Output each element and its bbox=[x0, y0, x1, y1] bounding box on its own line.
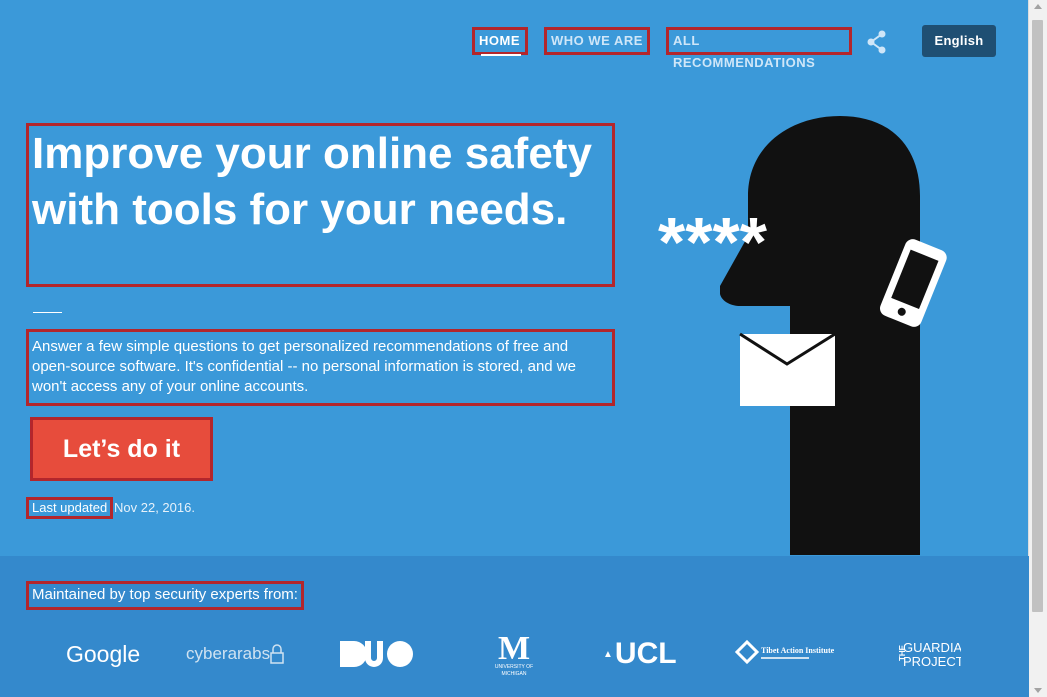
nav-active-underline bbox=[481, 54, 521, 56]
maintained-by-label: Maintained by top security experts from: bbox=[26, 581, 304, 610]
hero-subtitle: Answer a few simple questions to get per… bbox=[26, 329, 615, 406]
university-of-michigan-logo[interactable]: M UNIVERSITY OF MICHIGAN bbox=[494, 631, 534, 677]
scroll-up-arrow-icon[interactable] bbox=[1034, 4, 1042, 9]
ucl-logo[interactable]: ▲ UCL bbox=[603, 632, 677, 676]
ucl-logo-text: UCL bbox=[614, 637, 677, 670]
tibet-action-institute-logo[interactable]: Tibet Action Institute bbox=[735, 632, 839, 676]
scrollbar-thumb[interactable] bbox=[1032, 20, 1043, 612]
share-icon[interactable] bbox=[866, 30, 888, 54]
nav-home-link[interactable]: HOME bbox=[472, 27, 528, 55]
password-asterisks: **** bbox=[658, 203, 768, 281]
padlock-icon bbox=[270, 644, 284, 664]
guardian-project-mark: THE GUARDIAN PROJECT bbox=[898, 640, 961, 669]
cyberarabs-logo-text: cyberarabs bbox=[186, 644, 271, 663]
security-illustration: **** bbox=[658, 116, 947, 555]
guardian-project-logo[interactable]: THE GUARDIAN PROJECT bbox=[891, 632, 961, 676]
hero-divider bbox=[33, 312, 62, 313]
svg-text:GUARDIAN: GUARDIAN bbox=[903, 640, 961, 655]
last-updated-date: Nov 22, 2016. bbox=[114, 500, 195, 515]
svg-text:M: M bbox=[498, 631, 530, 667]
svg-text:Tibet Action Institute: Tibet Action Institute bbox=[761, 646, 835, 655]
google-logo[interactable]: Google bbox=[66, 632, 140, 676]
cyberarabs-logo[interactable]: cyberarabs bbox=[186, 632, 284, 676]
nav-all-recommendations-link[interactable]: ALL RECOMMENDATIONS bbox=[666, 27, 852, 70]
lets-do-it-button[interactable]: Let’s do it bbox=[30, 417, 213, 481]
nav-who-we-are-link[interactable]: WHO WE ARE bbox=[544, 27, 650, 55]
vertical-scrollbar[interactable] bbox=[1028, 0, 1047, 697]
duo-logo[interactable] bbox=[340, 632, 413, 676]
scroll-down-arrow-icon[interactable] bbox=[1034, 688, 1042, 693]
last-updated-label: Last updated bbox=[25, 497, 114, 519]
svg-text:PROJECT: PROJECT bbox=[903, 654, 961, 669]
duo-logo-mark bbox=[340, 641, 413, 667]
ucl-portico-icon: ▲ bbox=[603, 648, 613, 660]
hero-title: Improve your online safety with tools fo… bbox=[26, 123, 615, 287]
block-m-mark: M UNIVERSITY OF MICHIGAN bbox=[495, 631, 533, 677]
svg-text:MICHIGAN: MICHIGAN bbox=[502, 671, 527, 677]
language-selector-button[interactable]: English bbox=[922, 25, 996, 57]
tibet-action-institute-mark: Tibet Action Institute bbox=[735, 639, 835, 665]
svg-text:UNIVERSITY OF: UNIVERSITY OF bbox=[495, 664, 533, 670]
